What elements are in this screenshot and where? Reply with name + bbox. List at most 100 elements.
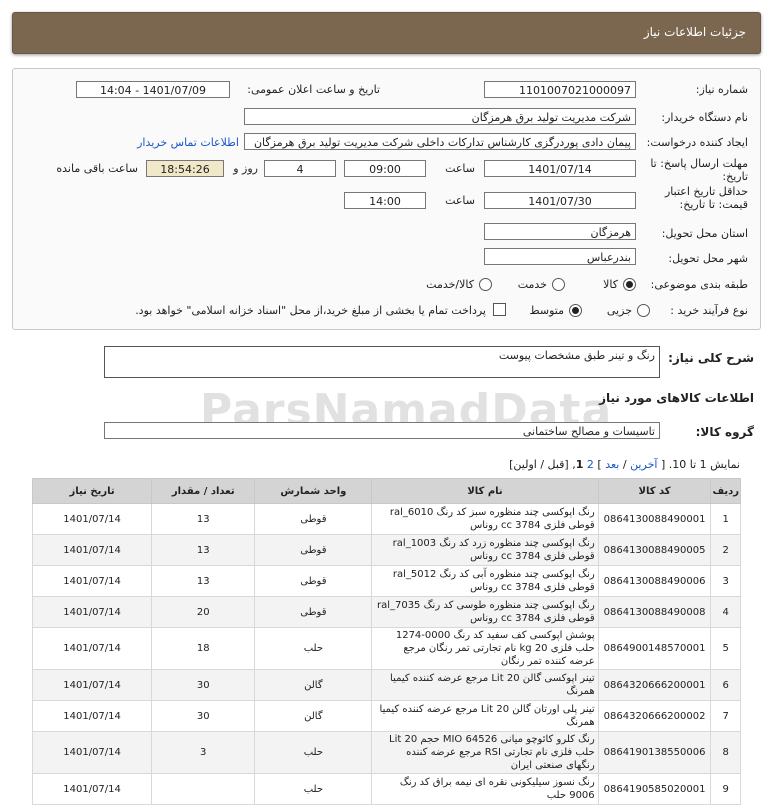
cell-item-name: رنگ نسوز سیلیکونی نقره ای نیمه براق کد ر… [371, 773, 599, 805]
cell-unit: قوطی [254, 596, 373, 628]
deadline-date-field[interactable]: 1401/07/14 [484, 160, 636, 177]
table-row[interactable]: 4 0864130088490008 رنگ اپوکسی چند منظوره ط… [31, 596, 741, 628]
category-option-goods-service: کالا/خدمت [426, 278, 474, 291]
cell-quantity: 30 [151, 669, 256, 701]
cell-unit: حلب [254, 627, 373, 670]
validity-time-label: ساعت [445, 194, 475, 207]
cell-item-code: 0864130088490006 [597, 565, 712, 597]
table-row[interactable]: 3 0864130088490006 رنگ اپوکسی چند منظوره آ… [31, 565, 741, 597]
creator-label: ایجاد کننده درخواست: [646, 136, 748, 149]
need-number-label: شماره نیاز: [695, 83, 748, 96]
col-row-number: ردیف [710, 478, 741, 504]
goods-table-header: ردیف کد کالا نام کالا واحد شمارش تعداد /… [31, 478, 741, 504]
cell-row-number: 2 [710, 534, 741, 566]
need-details-panel: شماره نیاز: 1101007021000097 تاریخ و ساع… [12, 68, 761, 330]
category-radio-service[interactable] [552, 278, 565, 291]
table-row[interactable]: 2 0864130088490005 رنگ اپوکسی چند منظوره ز… [31, 534, 741, 566]
cell-row-number: 5 [710, 627, 741, 670]
cell-unit: قوطی [254, 503, 373, 535]
group-field[interactable]: تاسیسات و مصالح ساختمانی [104, 422, 660, 439]
payment-note: پرداخت تمام یا بخشی از مبلغ خرید،از محل … [135, 304, 486, 317]
process-option-medium: متوسط [529, 304, 564, 317]
process-radio-medium[interactable] [569, 304, 582, 317]
days-label: روز و [233, 162, 258, 175]
cell-need-date: 1401/07/14 [31, 773, 153, 805]
need-number-field[interactable]: 1101007021000097 [484, 81, 636, 98]
cell-item-name: تینر اپوکسی گالن 20 Lit مرجع عرضه کننده … [371, 669, 599, 701]
cell-item-code: 0864320666200002 [597, 700, 712, 732]
summary-field[interactable]: رنگ و تینر طبق مشخصات پیوست [104, 346, 660, 378]
creator-field[interactable]: پیمان دادی پوردرگزی کارشناس تدارکات داخل… [244, 133, 636, 150]
deadline-time-label: ساعت [445, 162, 475, 175]
col-item-code: کد کالا [597, 478, 712, 504]
table-row[interactable]: 7 0864320666200002 تینر پلی اورتان گالن 20… [31, 700, 741, 732]
category-radio-goods-service[interactable] [479, 278, 492, 291]
cell-item-name: رنگ اپوکسی چند منظوره زرد کد رنگ ral_100… [371, 534, 599, 566]
city-label: شهر محل تحویل: [668, 252, 748, 265]
city-field[interactable]: بندرعباس [484, 248, 636, 265]
cell-need-date: 1401/07/14 [31, 534, 153, 566]
cell-unit: قوطی [254, 534, 373, 566]
table-row[interactable]: 9 0864190585020001 رنگ نسوز سیلیکونی نقره … [31, 773, 741, 805]
col-item-name: نام کالا [371, 478, 599, 504]
page-title-bar: جزئیات اطلاعات نیاز [12, 12, 761, 54]
cell-item-code: 0864190585020001 [597, 773, 712, 805]
cell-unit: حلب [254, 773, 373, 805]
table-row[interactable]: 8 0864190138550006 رنگ کلرو کائوچو میانی M… [31, 731, 741, 774]
cell-need-date: 1401/07/14 [31, 565, 153, 597]
pagination: نمایش 1 تا 10. [ آخرین / بعد ] 2 1, [قبل… [509, 458, 740, 471]
table-row[interactable]: 1 0864130088490001 رنگ اپوکسی چند منظوره س… [31, 503, 741, 535]
group-label: گروه کالا: [695, 425, 754, 439]
cell-quantity: 18 [151, 627, 256, 670]
cell-quantity: 3 [151, 731, 256, 774]
buyer-field[interactable]: شرکت مدیریت تولید برق هرمزگان [244, 108, 636, 125]
process-option-minor: جزیی [606, 304, 632, 317]
category-option-goods: کالا [603, 278, 618, 291]
buyer-label: نام دستگاه خریدار: [661, 111, 748, 124]
cell-item-name: رنگ اپوکسی چند منظوره طوسی کد رنگ ral_70… [371, 596, 599, 628]
validity-time-field[interactable]: 14:00 [344, 192, 426, 209]
cell-item-name: تینر پلی اورتان گالن 20 Lit مرجع عرضه کن… [371, 700, 599, 732]
cell-need-date: 1401/07/14 [31, 700, 153, 732]
pagination-next[interactable]: بعد [605, 458, 619, 471]
cell-row-number: 7 [710, 700, 741, 732]
cell-item-name: رنگ اپوکسی چند منظوره آبی کد رنگ ral_501… [371, 565, 599, 597]
cell-unit: گالن [254, 700, 373, 732]
buyer-contact-link[interactable]: اطلاعات تماس خریدار [137, 136, 239, 149]
announce-field[interactable]: 1401/07/09 - 14:04 [76, 81, 230, 98]
page-title: جزئیات اطلاعات نیاز [643, 25, 746, 39]
cell-quantity [151, 773, 256, 805]
deadline-time-field[interactable]: 09:00 [344, 160, 426, 177]
cell-item-name: رنگ کلرو کائوچو میانی MIO 64526 حجم 20 L… [371, 731, 599, 774]
goods-info-title: اطلاعات کالاهای مورد نیاز [599, 391, 754, 405]
validity-date-field[interactable]: 1401/07/30 [484, 192, 636, 209]
treasury-checkbox[interactable] [493, 303, 506, 316]
cell-item-name: رنگ اپوکسی چند منظوره سبز کد رنگ ral_601… [371, 503, 599, 535]
pagination-page-2[interactable]: 2 [587, 458, 594, 471]
cell-item-code: 0864190138550006 [597, 731, 712, 774]
cell-item-name: پوشش اپوکسی کف سفید کد رنگ 0000-1274 حلب… [371, 627, 599, 670]
category-label: طبقه بندی موضوعی: [650, 278, 748, 291]
announce-label: تاریخ و ساعت اعلان عمومی: [247, 83, 380, 96]
table-row[interactable]: 6 0864320666200001 تینر اپوکسی گالن 20 Lit… [31, 669, 741, 701]
goods-table: ردیف کد کالا نام کالا واحد شمارش تعداد /… [31, 478, 741, 805]
pagination-showing: نمایش 1 تا 10. [668, 458, 740, 471]
category-radio-goods[interactable] [623, 278, 636, 291]
process-radio-minor[interactable] [637, 304, 650, 317]
cell-item-code: 0864130088490008 [597, 596, 712, 628]
cell-need-date: 1401/07/14 [31, 503, 153, 535]
cell-quantity: 13 [151, 503, 256, 535]
cell-need-date: 1401/07/14 [31, 627, 153, 670]
category-option-service: خدمت [517, 278, 547, 291]
col-need-date: تاریخ نیاز [31, 478, 153, 504]
pagination-last[interactable]: آخرین [630, 458, 657, 471]
table-row[interactable]: 5 0864900148570001 پوشش اپوکسی کف سفید کد … [31, 627, 741, 670]
province-field[interactable]: هرمزگان [484, 223, 636, 240]
cell-unit: حلب [254, 731, 373, 774]
days-field[interactable]: 4 [264, 160, 336, 177]
cell-need-date: 1401/07/14 [31, 669, 153, 701]
deadline-label: مهلت ارسال پاسخ: تا تاریخ: [650, 157, 748, 183]
process-label: نوع فرآیند خرید : [670, 304, 748, 317]
cell-unit: قوطی [254, 565, 373, 597]
cell-need-date: 1401/07/14 [31, 731, 153, 774]
